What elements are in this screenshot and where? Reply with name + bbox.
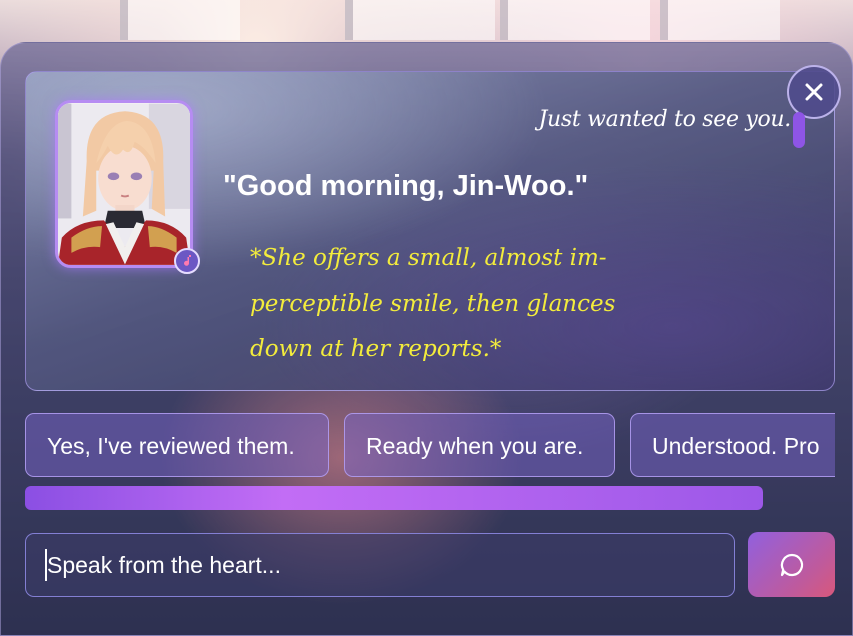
character-portrait <box>58 103 190 265</box>
quick-replies-scrollbar[interactable] <box>25 486 763 510</box>
message-input[interactable] <box>26 534 734 596</box>
message-subtitle: Just wanted to see you. <box>538 107 791 132</box>
message-speech: "Good morning, Jin-Woo." <box>223 170 589 202</box>
send-button[interactable] <box>748 532 835 597</box>
quick-reply-button[interactable]: Yes, I've reviewed them. <box>25 413 329 477</box>
close-button[interactable] <box>787 65 841 119</box>
quick-reply-button[interactable]: Understood. Pro <box>630 413 835 477</box>
character-avatar[interactable] <box>55 100 193 268</box>
chat-bubble-icon <box>780 553 803 576</box>
message-action: *She offers a small, almost im-perceptib… <box>250 245 616 362</box>
text-caret <box>45 549 47 581</box>
close-icon <box>805 83 823 101</box>
music-note-icon[interactable] <box>174 248 200 274</box>
message-input-box[interactable] <box>25 533 735 597</box>
message-scrollbar[interactable] <box>793 112 805 148</box>
quick-replies: Yes, I've reviewed them. Ready when you … <box>25 413 835 477</box>
quick-reply-button[interactable]: Ready when you are. <box>344 413 615 477</box>
